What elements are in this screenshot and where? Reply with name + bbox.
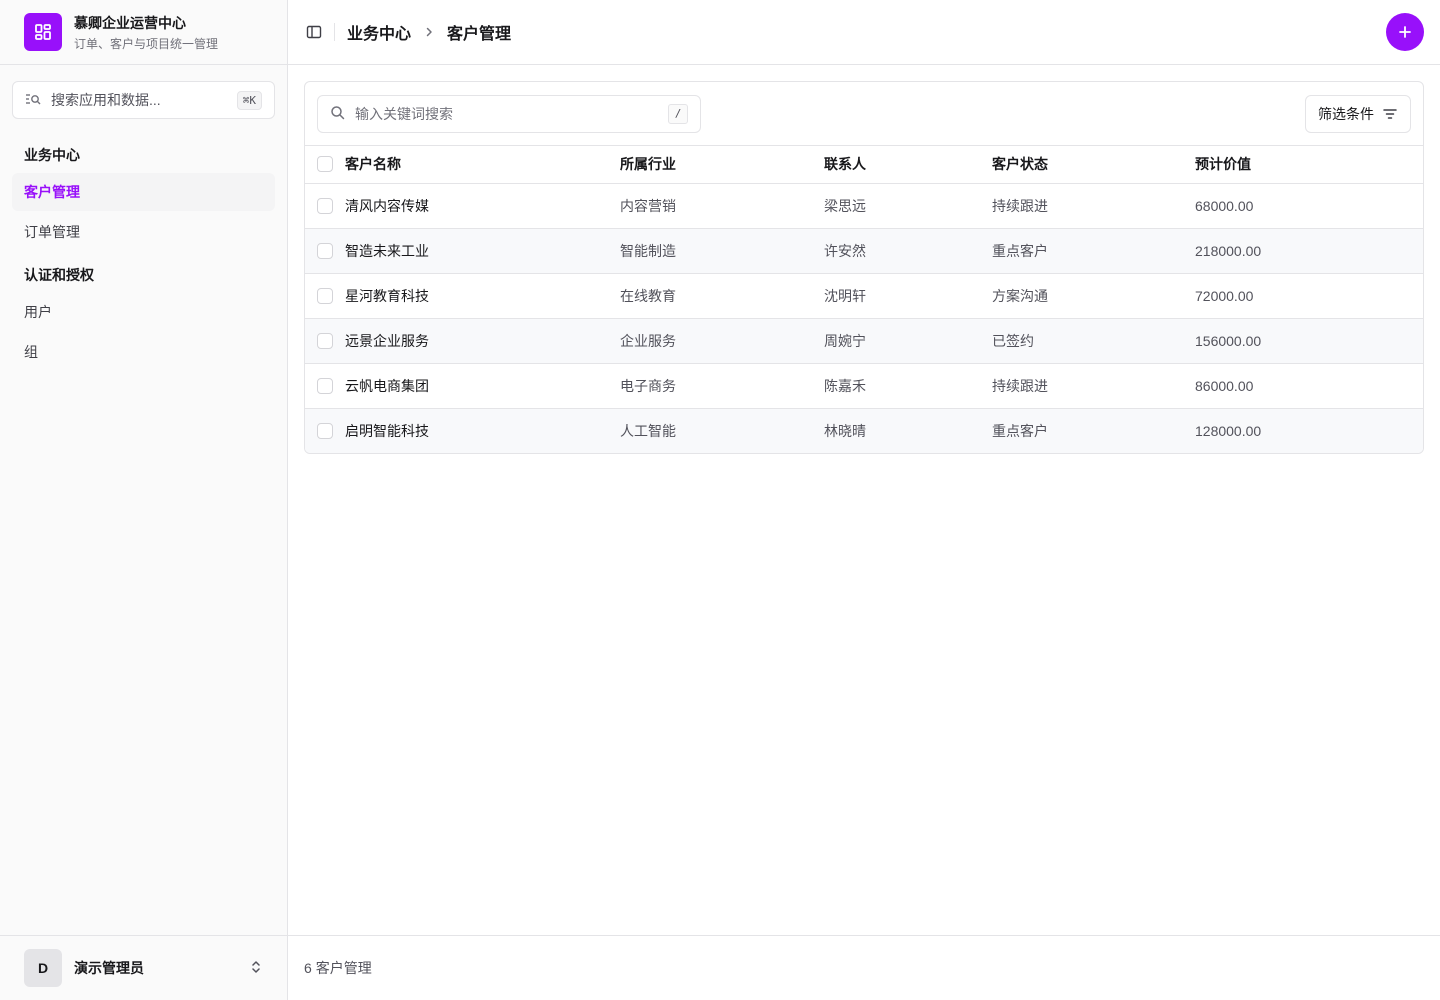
cell-contact: 梁思远 [824, 183, 992, 229]
cell-value: 72000.00 [1195, 273, 1423, 319]
main-area: 业务中心 客户管理 输入关键词搜索 / 筛选条件 客户名称 所属行业 联系人 客… [288, 0, 1440, 1000]
cell-industry: 内容营销 [620, 183, 824, 229]
cell-contact: 许安然 [824, 228, 992, 274]
cell-value: 156000.00 [1195, 318, 1423, 364]
cell-status: 重点客户 [992, 422, 1048, 439]
add-button[interactable] [1386, 13, 1424, 51]
record-count-label: 客户管理 [315, 960, 372, 976]
column-header-contact[interactable]: 联系人 [824, 146, 992, 184]
plus-icon [1399, 26, 1411, 38]
brand-header: 慕卿企业运营中心 订单、客户与项目统一管理 [0, 0, 287, 65]
sidebar-item-users[interactable]: 用户 [12, 293, 275, 331]
cell-customer-name: 星河教育科技 [345, 273, 620, 319]
table-row[interactable]: 云帆电商集团 电子商务 陈嘉禾 持续跟进 86000.00 [305, 363, 1423, 409]
sidebar-toggle-icon[interactable] [304, 22, 324, 42]
cell-contact: 周婉宁 [824, 318, 992, 364]
table-search: / [317, 94, 701, 133]
cell-customer-name: 云帆电商集团 [345, 363, 620, 409]
cell-status: 方案沟通 [992, 273, 1195, 319]
sidebar-search-placeholder: 搜索应用和数据... [51, 92, 161, 108]
table-row[interactable]: 清风内容传媒 内容营销 梁思远 持续跟进 68000.00 [305, 183, 1423, 229]
row-checkbox[interactable] [317, 287, 333, 304]
cell-industry: 企业服务 [620, 318, 824, 364]
cell-status: 已签约 [992, 318, 1195, 364]
column-header-status[interactable]: 客户状态 [992, 146, 1195, 184]
sidebar-item-orders[interactable]: 订单管理 [12, 213, 275, 251]
cell-value: 128000.00 [1195, 422, 1262, 439]
table-header-row: 客户名称 所属行业 联系人 客户状态 预计价值 [305, 146, 1423, 184]
table-row[interactable]: 星河教育科技 在线教育 沈明轩 方案沟通 72000.00 [305, 273, 1423, 319]
content: / 筛选条件 [288, 65, 1440, 454]
cell-customer-name: 启明智能科技 [345, 422, 429, 439]
sidebar-search-shortcut: ⌘K [236, 90, 262, 110]
search-input[interactable] [355, 105, 658, 122]
table-row[interactable]: 远景企业服务 企业服务 周婉宁 已签约 156000.00 [305, 318, 1423, 364]
search-list-icon [25, 91, 41, 110]
breadcrumb-current: 客户管理 [447, 26, 512, 43]
filter-icon [1383, 108, 1397, 119]
customer-table: 客户名称 所属行业 联系人 客户状态 预计价值 清风内容传媒 内容营销 梁思远 [305, 146, 1423, 453]
cell-value: 86000.00 [1195, 363, 1423, 409]
cell-contact: 林晓晴 [824, 422, 866, 439]
nav-group-business: 业务中心 [24, 147, 80, 163]
cell-status: 持续跟进 [992, 183, 1195, 229]
app-shell: 慕卿企业运营中心 订单、客户与项目统一管理 搜索应用和数据... ⌘K 业务中心… [0, 0, 1440, 1000]
cell-customer-name: 清风内容传媒 [345, 183, 620, 229]
breadcrumb-parent[interactable]: 业务中心 [347, 20, 411, 44]
cell-industry: 在线教育 [620, 273, 824, 319]
search-shortcut: / [668, 103, 688, 124]
brand-subtitle: 订单、客户与项目统一管理 [74, 36, 219, 51]
column-header-industry[interactable]: 所属行业 [620, 146, 824, 184]
cell-status: 重点客户 [992, 228, 1195, 274]
row-checkbox[interactable] [317, 332, 333, 349]
topbar-divider [334, 23, 335, 41]
filter-button[interactable]: 筛选条件 [1305, 94, 1411, 133]
row-checkbox[interactable] [317, 422, 333, 439]
cell-industry: 人工智能 [620, 422, 676, 439]
cell-contact: 沈明轩 [824, 273, 992, 319]
table-row[interactable]: 智造未来工业 智能制造 许安然 重点客户 218000.00 [305, 228, 1423, 274]
cell-contact: 陈嘉禾 [824, 363, 992, 409]
brand-title: 慕卿企业运营中心 [74, 14, 186, 31]
chevron-right-icon [423, 26, 435, 38]
column-header-name[interactable]: 客户名称 [345, 146, 620, 184]
cell-customer-name: 远景企业服务 [345, 318, 620, 364]
row-checkbox[interactable] [317, 242, 333, 259]
table-row[interactable]: 启明智能科技 人工智能 林晓晴 重点客户 128000.00 [305, 408, 1423, 453]
sidebar-item-groups[interactable]: 组 [12, 333, 275, 371]
cell-industry: 智能制造 [620, 228, 824, 274]
user-name: 演示管理员 [74, 960, 144, 976]
page-footer: 6 客户管理 [288, 935, 1440, 1000]
select-all-checkbox[interactable] [317, 156, 333, 173]
sidebar-search[interactable]: 搜索应用和数据... ⌘K [12, 81, 275, 119]
chevron-up-down-icon [249, 960, 263, 977]
search-icon [330, 105, 345, 123]
app-grid-icon [24, 13, 62, 51]
customer-table-card: / 筛选条件 [304, 81, 1424, 454]
row-checkbox[interactable] [317, 197, 333, 214]
row-checkbox[interactable] [317, 377, 333, 394]
cell-industry: 电子商务 [620, 363, 824, 409]
filter-button-label: 筛选条件 [1318, 105, 1374, 122]
cell-value: 218000.00 [1195, 228, 1423, 274]
cell-customer-name: 智造未来工业 [345, 228, 620, 274]
cell-value: 68000.00 [1195, 183, 1423, 229]
column-header-value[interactable]: 预计价值 [1195, 146, 1423, 184]
cell-status: 持续跟进 [992, 363, 1195, 409]
user-menu[interactable]: D 演示管理员 [0, 935, 287, 1000]
record-count: 6 [304, 960, 312, 976]
avatar: D [24, 949, 62, 987]
table-toolbar: / 筛选条件 [305, 82, 1423, 146]
sidebar: 慕卿企业运营中心 订单、客户与项目统一管理 搜索应用和数据... ⌘K 业务中心… [0, 0, 288, 1000]
sidebar-nav: 业务中心 客户管理 订单管理 认证和授权 用户 组 [0, 119, 287, 373]
sidebar-item-customers[interactable]: 客户管理 [12, 173, 275, 211]
nav-group-auth: 认证和授权 [24, 267, 94, 283]
topbar: 业务中心 客户管理 [288, 0, 1440, 65]
